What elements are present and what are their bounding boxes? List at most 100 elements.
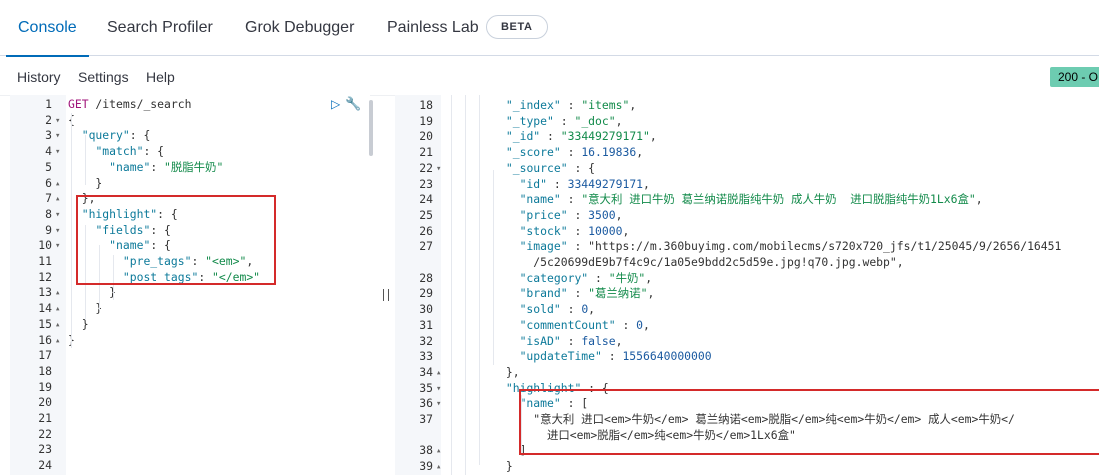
fold-close-icon[interactable]: ▴ — [436, 460, 441, 475]
wrench-icon[interactable]: 🔧 — [345, 96, 361, 112]
indent-guide — [85, 135, 86, 185]
indent-guide — [493, 170, 494, 365]
response-line-number: 30 — [419, 302, 433, 317]
fold-close-icon[interactable]: ▴ — [55, 177, 60, 193]
tab-grok-debugger[interactable]: Grok Debugger — [245, 0, 354, 56]
response-line-number: 36 — [419, 396, 433, 411]
help-button[interactable]: Help — [146, 69, 175, 85]
fold-close-icon[interactable]: ▴ — [55, 192, 60, 208]
play-icon[interactable]: ▷ — [331, 97, 340, 111]
request-line-number: 23 — [38, 442, 52, 457]
request-line-number: 11 — [38, 254, 52, 268]
fold-open-icon[interactable]: ▾ — [436, 162, 441, 178]
request-editor[interactable]: 1GET /items/_search2▾{3▾ "query": {4▾ "m… — [10, 95, 370, 475]
request-line-number: 8 — [45, 206, 52, 221]
request-line-number: 9 — [45, 222, 52, 237]
response-line-number: 23 — [419, 176, 433, 191]
fold-close-icon[interactable]: ▴ — [55, 286, 60, 302]
response-code-line: "stock" : 10000, — [519, 223, 630, 238]
fold-close-icon[interactable]: ▴ — [55, 302, 60, 318]
fold-close-icon[interactable]: ▴ — [436, 366, 441, 382]
request-line-number: 22 — [38, 426, 52, 441]
console-menu: History Settings Help — [0, 57, 1099, 95]
request-scrollbar[interactable] — [369, 100, 373, 156]
fold-open-icon[interactable]: ▾ — [436, 382, 441, 398]
response-line-number: 29 — [419, 286, 433, 301]
fold-open-icon[interactable]: ▾ — [55, 224, 60, 240]
response-code-line: "image" : "https://m.360buyimg.com/mobil… — [519, 239, 1062, 254]
response-line-number: 28 — [419, 270, 433, 285]
response-line-number: 33 — [419, 349, 433, 364]
indent-guide — [479, 95, 480, 465]
request-line-number: 13 — [38, 285, 52, 300]
response-line-number: 21 — [419, 145, 433, 160]
request-line-number: 18 — [38, 363, 52, 378]
request-code-line: "match": { — [95, 144, 165, 159]
request-line-number: 12 — [38, 269, 52, 284]
top-tabs: Console Search Profiler Grok Debugger Pa… — [0, 0, 1099, 57]
request-line-number: 2 — [45, 112, 52, 127]
response-code-line: "category" : "牛奶", — [519, 270, 653, 285]
response-line-number: 39 — [419, 459, 433, 474]
response-line-number: 22 — [419, 160, 433, 175]
fold-open-icon[interactable]: ▾ — [55, 129, 60, 145]
response-code-line: ] — [451, 443, 527, 458]
request-code-line: GET /items/_search — [68, 97, 192, 111]
request-line-number: 10 — [38, 238, 52, 253]
fold-open-icon[interactable]: ▾ — [55, 145, 60, 161]
indent-guide — [71, 113, 72, 348]
response-line-number: 18 — [419, 98, 433, 112]
response-line-number: 24 — [419, 192, 433, 207]
response-code-line: "commentCount" : 0, — [519, 317, 650, 332]
response-line-number: 34 — [419, 364, 433, 379]
response-line-number: 32 — [419, 333, 433, 348]
response-line-number: 19 — [419, 113, 433, 128]
fold-open-icon[interactable]: ▾ — [436, 397, 441, 413]
fold-close-icon[interactable]: ▴ — [55, 334, 60, 350]
response-code-line: } — [451, 459, 513, 474]
response-code-line: "name" : "意大利 进口牛奶 葛兰纳诺脱脂纯牛奶 成人牛奶 进口脱脂纯牛… — [519, 192, 983, 207]
request-line-number: 3 — [45, 128, 52, 143]
fold-close-icon[interactable]: ▴ — [436, 444, 441, 460]
fold-open-icon[interactable]: ▾ — [55, 114, 60, 130]
request-line-number: 5 — [45, 159, 52, 174]
response-code-line: "brand" : "葛兰纳诺", — [519, 286, 655, 301]
response-code-line: "_source" : { — [505, 160, 596, 175]
request-line-number: 7 — [45, 191, 52, 206]
request-line-number: 17 — [38, 348, 52, 363]
tab-console[interactable]: Console — [6, 0, 89, 57]
request-line-number: 20 — [38, 395, 52, 410]
pane-resizer[interactable] — [383, 289, 389, 301]
response-line-number: 37 — [419, 412, 433, 426]
response-code-line: "updateTime" : 1556640000000 — [519, 349, 712, 364]
indent-guide — [451, 95, 452, 475]
request-line-number: 16 — [38, 332, 52, 347]
response-code-line: "price" : 3500, — [519, 207, 623, 222]
request-line-number: 14 — [38, 301, 52, 316]
fold-close-icon[interactable]: ▴ — [55, 318, 60, 334]
response-code-line: }, — [451, 364, 520, 379]
request-line-number: 4 — [45, 144, 52, 159]
indent-guide — [465, 95, 466, 475]
settings-button[interactable]: Settings — [78, 69, 129, 85]
request-code-line: "name": "脱脂牛奶" — [109, 159, 224, 174]
response-line-number: 31 — [419, 317, 433, 332]
tab-search-profiler[interactable]: Search Profiler — [107, 0, 213, 56]
request-line-number: 21 — [38, 411, 52, 425]
request-line-number: 24 — [38, 458, 52, 473]
history-button[interactable]: History — [17, 69, 61, 85]
request-code-line: } — [68, 285, 117, 300]
response-line-number: 27 — [419, 239, 433, 254]
response-code-line: "id" : 33449279171, — [519, 176, 650, 191]
fold-open-icon[interactable]: ▾ — [55, 239, 60, 255]
response-line-number: 38 — [419, 443, 433, 458]
beta-badge: BETA — [486, 15, 548, 39]
request-line-number: 19 — [38, 379, 52, 394]
tab-painless-lab[interactable]: Painless Lab — [387, 0, 479, 56]
request-line-number: 1 — [45, 97, 52, 111]
fold-open-icon[interactable]: ▾ — [55, 208, 60, 224]
response-code-line: /5c20699dE9b7f4c9c/1a05e9bdd2c5d59e.jpg!… — [451, 255, 904, 269]
response-line-number: 20 — [419, 129, 433, 144]
response-line-number: 25 — [419, 207, 433, 222]
response-code-line: "_id" : "33449279171", — [505, 129, 657, 144]
